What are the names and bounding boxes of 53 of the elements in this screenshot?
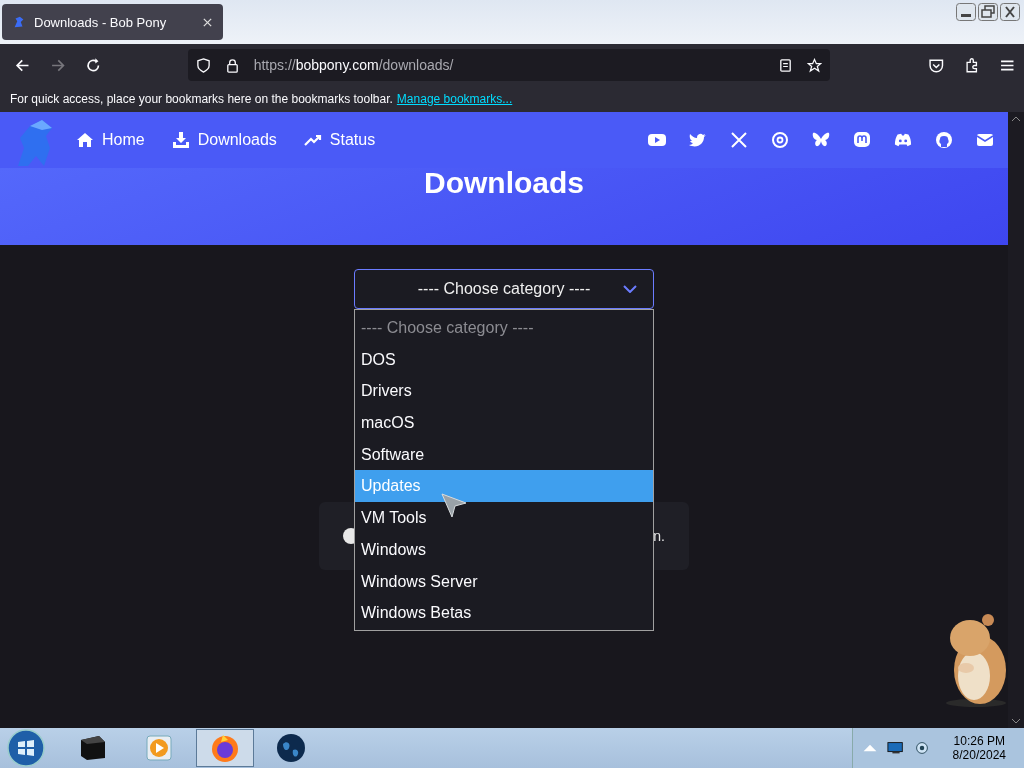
butterfly-icon[interactable] [812,131,830,149]
browser-icon [209,732,241,764]
dropdown-option[interactable]: Software [355,438,653,471]
x-logo-icon[interactable] [730,131,748,149]
clock-time: 10:26 PM [953,734,1005,748]
manage-bookmarks-link[interactable]: Manage bookmarks... [396,92,513,106]
nav-link[interactable]: Home [76,131,145,149]
scroll-up-icon[interactable] [1011,116,1021,122]
start-orb-icon[interactable] [6,728,46,768]
reader-view-icon[interactable] [778,57,794,73]
nav-link[interactable]: Downloads [171,131,277,149]
download-icon [171,132,190,148]
clock-date: 8/20/2024 [952,748,1006,762]
dropdown-option[interactable]: macOS [355,407,653,439]
scrollbar[interactable] [1008,112,1024,728]
globe-icon [275,732,307,764]
dropdown-option[interactable]: VM Tools [355,502,653,534]
discord-icon[interactable] [894,131,912,149]
category-select[interactable]: ---- Choose category ---- [354,269,654,309]
page-title: Downloads [424,168,584,201]
restore-icon[interactable] [978,3,998,21]
star-icon[interactable] [807,57,823,73]
monitor-icon[interactable] [886,740,905,756]
chevron-down-icon [623,285,637,293]
dropdown-option[interactable]: DOS [355,343,653,376]
bird-icon[interactable] [689,131,707,149]
shield-icon [195,57,211,73]
scroll-down-icon[interactable] [1011,718,1021,724]
lock-icon [224,57,240,73]
reload-icon[interactable] [85,56,102,74]
bookmarks-message: For quick access, place your bookmarks here on the bookmarks toolbar. [10,92,393,106]
threads-icon[interactable] [771,131,789,149]
pony-icon [12,15,26,29]
mail-icon[interactable] [976,131,994,149]
dropdown-option[interactable]: Windows Betas [355,597,653,629]
mastodon-icon[interactable] [853,131,871,149]
cursor-icon [441,493,467,519]
nav-link[interactable]: Status [303,131,376,149]
dropdown-option[interactable]: Windows [355,533,653,566]
close-icon[interactable] [1000,3,1020,21]
home-icon [76,132,94,148]
github-icon[interactable] [935,131,953,149]
trend-icon [303,132,322,148]
dropdown-option[interactable]: Drivers [355,375,653,408]
notice-text: n. [653,528,665,544]
dropdown-option[interactable]: Windows Server [355,565,653,598]
minimize-icon[interactable] [956,3,976,21]
url-text: https://bobpony.com/downloads/ [253,57,454,73]
video-icon[interactable] [648,131,666,149]
browser-tab[interactable]: Downloads - Bob Pony [2,4,223,40]
play-icon [143,732,175,764]
dropdown-option[interactable]: ---- Choose category ---- [355,312,653,344]
address-bar[interactable]: https://bobpony.com/downloads/ [187,49,831,81]
